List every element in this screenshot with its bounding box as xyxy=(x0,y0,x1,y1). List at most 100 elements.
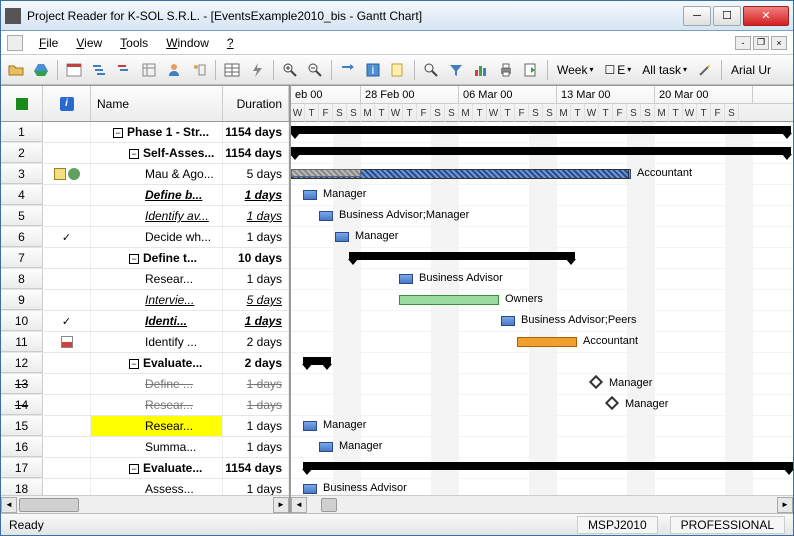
export-icon[interactable] xyxy=(520,59,542,81)
gantt-row[interactable]: Manager xyxy=(291,437,793,458)
gantt-bar[interactable] xyxy=(319,211,333,221)
day-header[interactable]: T xyxy=(403,104,417,122)
row-name[interactable]: Intervie... xyxy=(91,290,223,310)
scroll-left-icon[interactable]: ◄ xyxy=(1,497,17,513)
table-row[interactable]: 12−Evaluate...2 days xyxy=(1,353,289,374)
day-header[interactable]: T xyxy=(571,104,585,122)
day-header[interactable]: W xyxy=(389,104,403,122)
row-name[interactable]: −Self-Asses... xyxy=(91,143,223,163)
filter-icon[interactable] xyxy=(445,59,467,81)
drive-icon[interactable] xyxy=(30,59,52,81)
row-num[interactable]: 5 xyxy=(1,206,43,226)
col-indicators[interactable]: i xyxy=(43,86,91,121)
calendar-icon[interactable] xyxy=(63,59,85,81)
maximize-button[interactable]: ☐ xyxy=(713,6,741,26)
row-name[interactable]: Mau & Ago... xyxy=(91,164,223,184)
collapse-icon[interactable]: − xyxy=(129,359,139,369)
gantt-bar[interactable] xyxy=(399,274,413,284)
row-num[interactable]: 7 xyxy=(1,248,43,268)
mdi-minimize[interactable]: - xyxy=(735,36,751,50)
resource-usage-icon[interactable] xyxy=(188,59,210,81)
day-header[interactable]: W xyxy=(683,104,697,122)
milestone-icon[interactable] xyxy=(605,396,619,410)
gantt-bar[interactable] xyxy=(291,169,361,177)
gantt-bar[interactable] xyxy=(303,421,317,431)
gantt-row[interactable]: Manager xyxy=(291,395,793,416)
group-e[interactable]: ☐ E▾ xyxy=(600,63,635,77)
row-num[interactable]: 8 xyxy=(1,269,43,289)
row-num[interactable]: 9 xyxy=(1,290,43,310)
gantt-row[interactable]: Manager xyxy=(291,416,793,437)
open-icon[interactable] xyxy=(5,59,27,81)
day-header[interactable]: W xyxy=(487,104,501,122)
day-header[interactable]: M xyxy=(655,104,669,122)
row-num[interactable]: 10 xyxy=(1,311,43,331)
day-header[interactable]: S xyxy=(347,104,361,122)
gantt-icon[interactable] xyxy=(88,59,110,81)
table-row[interactable]: 13Define ...1 days xyxy=(1,374,289,395)
table-row[interactable]: 6✓Decide wh...1 days xyxy=(1,227,289,248)
gantt-bar[interactable] xyxy=(517,337,577,347)
row-num[interactable]: 4 xyxy=(1,185,43,205)
gantt-row[interactable]: Manager xyxy=(291,185,793,206)
gantt-row[interactable]: Manager xyxy=(291,227,793,248)
day-header[interactable]: S xyxy=(641,104,655,122)
row-name[interactable]: Define ... xyxy=(91,374,223,394)
day-header[interactable]: S xyxy=(543,104,557,122)
day-header[interactable]: T xyxy=(697,104,711,122)
gantt-bar[interactable] xyxy=(501,316,515,326)
table-row[interactable]: 4Define b...1 days xyxy=(1,185,289,206)
row-name[interactable]: Identify av... xyxy=(91,206,223,226)
row-num[interactable]: 15 xyxy=(1,416,43,436)
table-row[interactable]: 8Resear...1 days xyxy=(1,269,289,290)
mdi-restore[interactable]: ❐ xyxy=(753,36,769,50)
gantt-row[interactable] xyxy=(291,353,793,374)
table-row[interactable]: 10✓Identi...1 days xyxy=(1,311,289,332)
row-num[interactable]: 11 xyxy=(1,332,43,352)
milestone-icon[interactable] xyxy=(589,375,603,389)
day-header[interactable]: W xyxy=(291,104,305,122)
day-header[interactable]: S xyxy=(333,104,347,122)
day-header[interactable]: T xyxy=(669,104,683,122)
day-header[interactable]: F xyxy=(711,104,725,122)
row-name[interactable]: Assess... xyxy=(91,479,223,495)
table-row[interactable]: 11Identify ...2 days xyxy=(1,332,289,353)
gantt-bar[interactable] xyxy=(335,232,349,242)
gantt-row[interactable]: Business Advisor xyxy=(291,269,793,290)
day-header[interactable]: T xyxy=(473,104,487,122)
table-body[interactable]: 1−Phase 1 - Str...1154 days2−Self-Asses.… xyxy=(1,122,289,495)
day-header[interactable]: T xyxy=(599,104,613,122)
font-select[interactable]: Arial Ur xyxy=(727,63,775,77)
gantt-bar[interactable] xyxy=(303,190,317,200)
gantt-bar[interactable] xyxy=(399,295,499,305)
collapse-icon[interactable]: − xyxy=(129,254,139,264)
row-num[interactable]: 16 xyxy=(1,437,43,457)
gantt-bar[interactable] xyxy=(349,252,575,260)
left-hscroll[interactable]: ◄ ► xyxy=(1,495,289,513)
scroll-thumb[interactable] xyxy=(19,498,79,512)
row-name[interactable]: −Evaluate... xyxy=(91,458,223,478)
day-header[interactable]: F xyxy=(613,104,627,122)
titlebar[interactable]: Project Reader for K-SOL S.R.L. - [Event… xyxy=(1,1,793,31)
day-header[interactable]: W xyxy=(585,104,599,122)
day-header[interactable]: S xyxy=(529,104,543,122)
gantt-row[interactable]: Manager xyxy=(291,374,793,395)
day-header[interactable]: T xyxy=(305,104,319,122)
collapse-icon[interactable]: − xyxy=(113,128,123,138)
row-name[interactable]: Resear... xyxy=(91,269,223,289)
day-header[interactable]: F xyxy=(319,104,333,122)
collapse-icon[interactable]: − xyxy=(129,149,139,159)
table-row[interactable]: 1−Phase 1 - Str...1154 days xyxy=(1,122,289,143)
day-header[interactable]: M xyxy=(459,104,473,122)
day-header[interactable]: T xyxy=(375,104,389,122)
print-icon[interactable] xyxy=(495,59,517,81)
gantt-body[interactable]: AccountantManagerBusiness Advisor;Manage… xyxy=(291,122,793,495)
gantt-row[interactable]: Accountant xyxy=(291,332,793,353)
row-name[interactable]: Decide wh... xyxy=(91,227,223,247)
table-row[interactable]: 5Identify av...1 days xyxy=(1,206,289,227)
gantt-bar[interactable] xyxy=(303,462,793,470)
scroll-left-icon[interactable]: ◄ xyxy=(291,497,307,513)
scroll-thumb[interactable] xyxy=(321,498,337,512)
gantt-row[interactable] xyxy=(291,143,793,164)
chart-icon[interactable] xyxy=(470,59,492,81)
